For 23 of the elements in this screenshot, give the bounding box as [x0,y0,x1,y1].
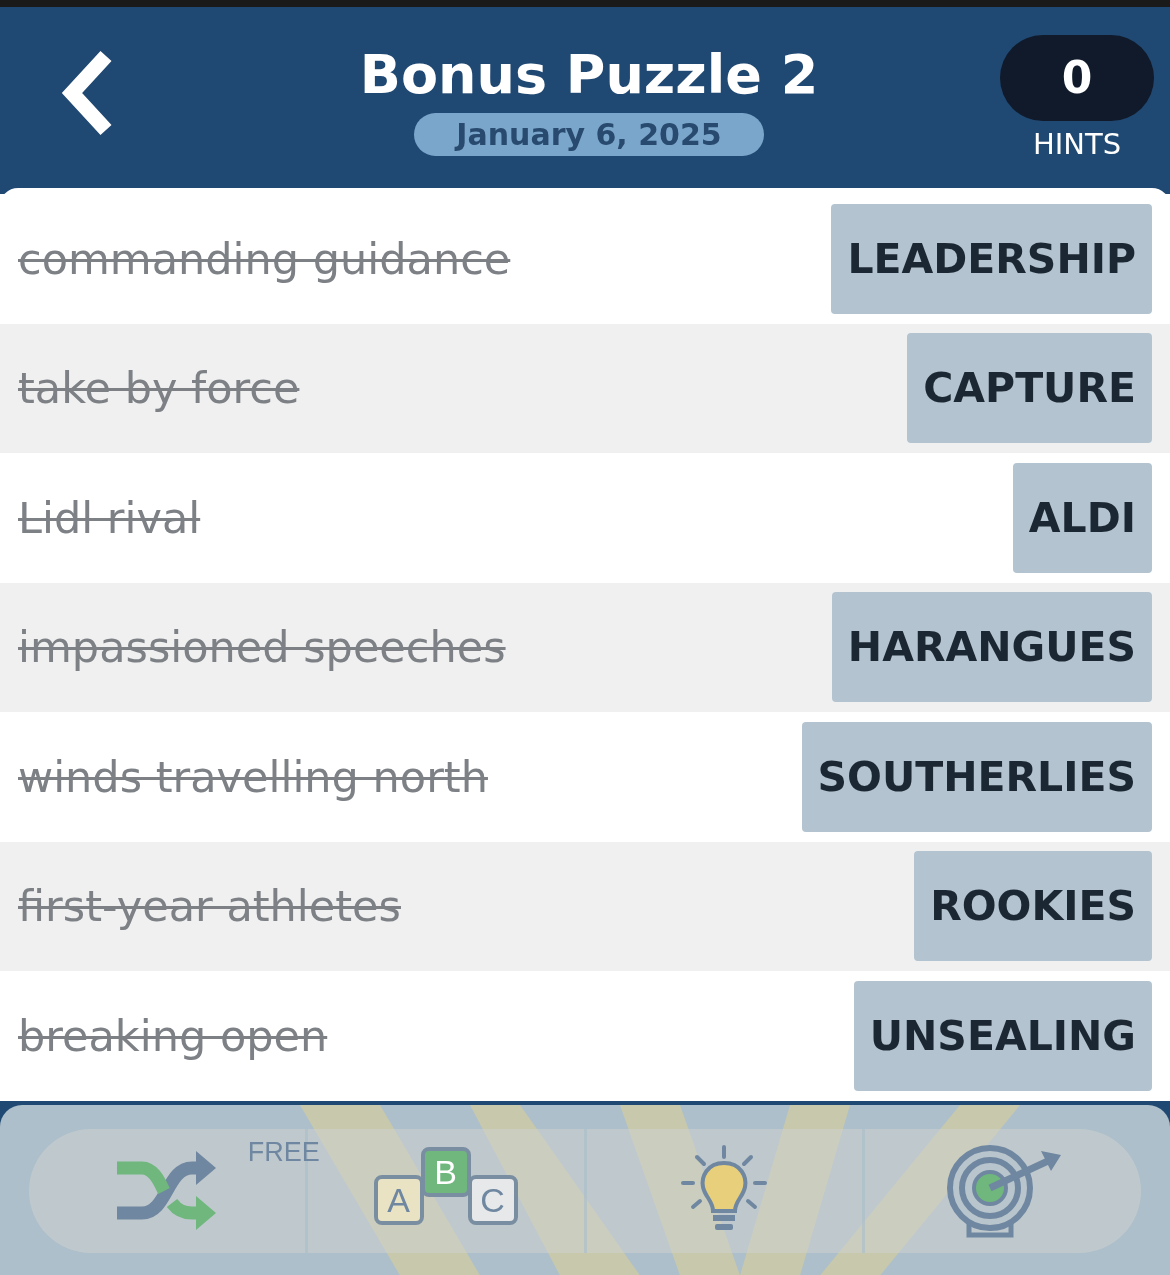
answer-tile: CAPTURE [907,333,1152,444]
clue-text: first-year athletes [18,881,401,932]
clue-text: Lidl rival [18,492,201,543]
puzzle-title: Bonus Puzzle 2 [359,42,819,108]
clue-text: commanding guidance [18,233,511,284]
letter-block: C [467,1175,518,1225]
clue-text: take by force [18,363,300,414]
hint-count[interactable]: 0 [1000,34,1154,121]
answer-tile: HARANGUES [831,592,1152,703]
clue-text: winds travelling north [18,751,488,802]
answer-tile: UNSEALING [853,980,1152,1091]
hints-label: HINTS [1032,126,1122,161]
letter-blocks-button[interactable]: A B C [365,1143,526,1238]
answer-tile: ALDI [1012,462,1152,573]
answer-tile: LEADERSHIP [831,203,1152,314]
letter-block: A [373,1175,424,1225]
clue-text: breaking open [18,1010,328,1061]
clue-text: impassioned speeches [18,622,506,673]
letter-block: B [420,1147,471,1197]
answer-tile: SOUTHERLIES [801,721,1152,832]
answer-tile: ROOKIES [914,851,1152,962]
date-pill: January 6, 2025 [414,113,764,156]
free-label: FREE [247,1137,320,1168]
